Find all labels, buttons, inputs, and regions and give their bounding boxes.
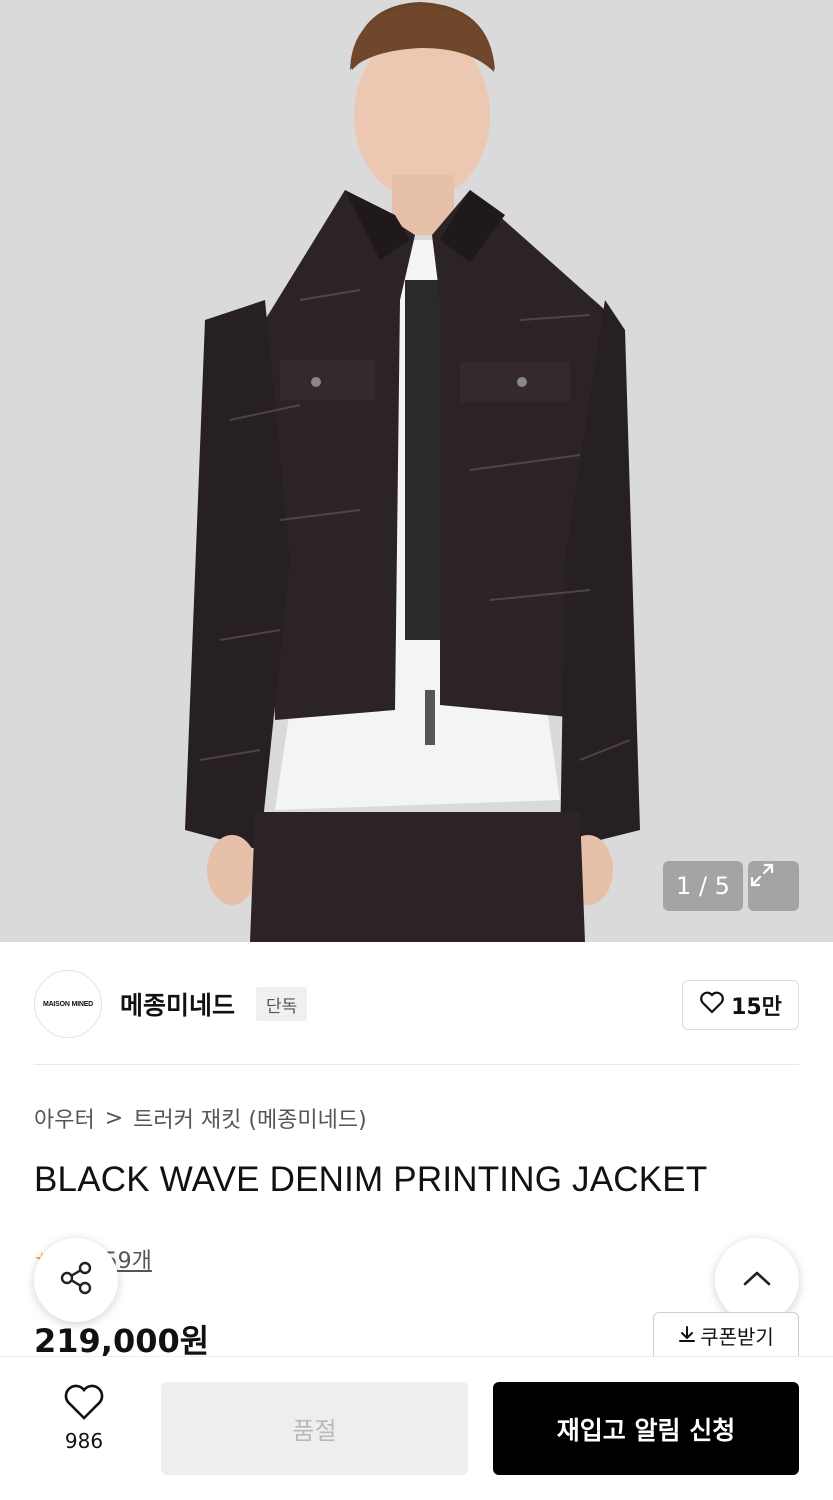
heart-icon [34, 1383, 134, 1425]
brand-name[interactable]: 메종미네드 [120, 986, 235, 1022]
product-image[interactable]: 1 / 5 [0, 0, 833, 942]
product-title: BLACK WAVE DENIM PRINTING JACKET [34, 1160, 708, 1199]
product-photo [0, 0, 833, 942]
scroll-top-button[interactable] [715, 1238, 799, 1322]
share-button[interactable] [34, 1238, 118, 1322]
expand-button[interactable] [748, 861, 799, 911]
wishlist-button[interactable]: 986 [34, 1383, 134, 1453]
brand-like-button[interactable]: 15만 [682, 980, 799, 1030]
brand-row: MAISON MINED 메종미네드 단독 15만 [34, 970, 799, 1038]
breadcrumb: 아우터 > 트러커 재킷 (메종미네드) [34, 1102, 367, 1134]
image-counter: 1 / 5 [663, 861, 743, 911]
coupon-label: 쿠폰받기 [700, 1325, 774, 1349]
wishlist-count: 986 [64, 1429, 104, 1453]
heart-icon [699, 990, 725, 1020]
soldout-button[interactable]: 품절 [161, 1382, 468, 1475]
bottom-action-bar: 986 품절 재입고 알림 신청 [0, 1356, 833, 1500]
download-icon [678, 1324, 696, 1348]
chevron-up-icon [741, 1268, 773, 1292]
brand-like-count: 15만 [731, 995, 782, 1020]
breadcrumb-item-subcategory[interactable]: 트러커 재킷 (메종미네드) [133, 1102, 367, 1134]
brand-logo-text: MAISON MINED [42, 1000, 94, 1008]
coupon-button[interactable]: 쿠폰받기 [653, 1312, 799, 1358]
brand-logo[interactable]: MAISON MINED [34, 970, 102, 1038]
breadcrumb-item-category[interactable]: 아우터 [34, 1102, 95, 1134]
chevron-right-icon: > [104, 1105, 124, 1131]
exclusive-badge: 단독 [256, 987, 308, 1021]
divider [34, 1064, 799, 1065]
restock-alert-button[interactable]: 재입고 알림 신청 [493, 1382, 799, 1475]
share-icon [56, 1258, 96, 1302]
